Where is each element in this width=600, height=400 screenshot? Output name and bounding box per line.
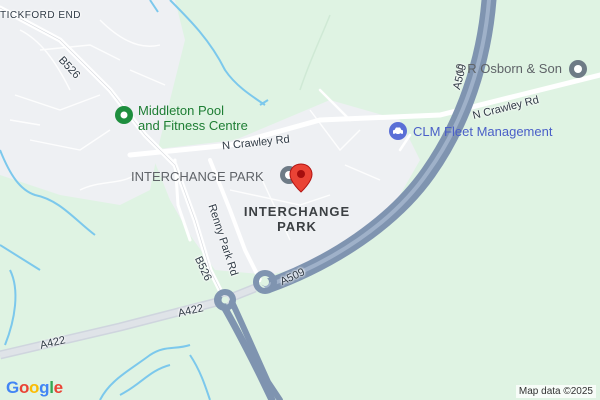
map-attribution[interactable]: Map data ©2025 (515, 385, 596, 398)
poi-clm-fleet-marker[interactable] (388, 121, 408, 146)
area-label-interchange-line2: PARK (277, 219, 317, 234)
location-pin-icon (289, 163, 313, 193)
logo-letter: o (29, 378, 40, 397)
map-view[interactable]: TICKFORD END B526 N Crawley Rd N Crawley… (0, 0, 600, 400)
car-icon (389, 122, 407, 140)
place-label-tickford-end: TICKFORD END (0, 10, 81, 21)
selected-location-pin[interactable] (287, 162, 315, 199)
logo-letter: G (6, 378, 19, 397)
poi-label-middleton-line2[interactable]: and Fitness Centre (138, 119, 248, 132)
map-canvas[interactable] (0, 0, 600, 400)
logo-letter: o (18, 378, 30, 397)
poi-label-middleton-line1[interactable]: Middleton Pool (138, 104, 224, 117)
poi-label-clm-fleet[interactable]: CLM Fleet Management (413, 125, 552, 138)
logo-letter: e (53, 378, 63, 397)
place-icon (569, 60, 587, 78)
park-icon (115, 106, 133, 124)
poi-middleton-pool[interactable] (114, 105, 134, 130)
google-logo[interactable]: Google (6, 378, 63, 398)
poi-label-sr-osborn[interactable]: S R Osborn & Son (455, 62, 562, 75)
poi-label-interchange-park[interactable]: INTERCHANGE PARK (131, 170, 264, 183)
logo-letter: g (39, 378, 50, 397)
area-label-interchange-line1: INTERCHANGE (243, 204, 351, 219)
poi-sr-osborn-marker[interactable] (568, 59, 588, 84)
